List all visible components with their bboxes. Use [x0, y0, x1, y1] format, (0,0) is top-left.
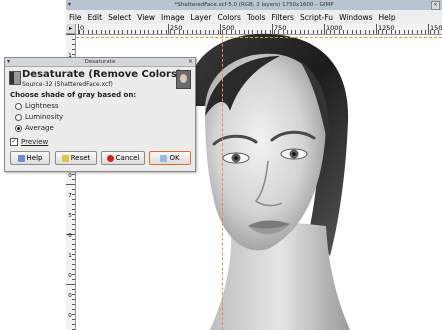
dialog-subtitle: Source-32 (ShatteredFace.xcf): [22, 81, 113, 88]
ruler-tick: [122, 30, 124, 34]
ruler-tick: [66, 184, 75, 185]
ok-icon: [160, 154, 168, 162]
help-button[interactable]: Help: [10, 151, 50, 165]
ruler-label: 0: [68, 233, 72, 239]
menu-file[interactable]: File: [66, 13, 85, 22]
menu-tools[interactable]: Tools: [244, 13, 268, 22]
menu-filters[interactable]: Filters: [268, 13, 296, 22]
ruler-label: 1500: [430, 24, 442, 32]
ruler-tick: [139, 30, 141, 34]
menu-colors[interactable]: Colors: [214, 13, 244, 22]
ruler-tick: [416, 30, 418, 34]
menu-layer[interactable]: Layer: [188, 13, 215, 22]
preview-label: Preview: [21, 138, 49, 146]
ruler-label: 0: [68, 173, 72, 179]
ruler-major-tick: [428, 24, 429, 34]
radio-luminosity-indicator[interactable]: [15, 113, 22, 121]
ruler-tick: [66, 34, 75, 35]
menu-image[interactable]: Image: [158, 13, 188, 22]
ruler-tick: [412, 30, 414, 34]
ruler-tick: [425, 30, 427, 34]
ruler-tick: [373, 30, 375, 34]
ruler-major-tick: [78, 24, 79, 34]
desaturate-icon: [9, 71, 21, 85]
menu-windows[interactable]: Windows: [336, 13, 375, 22]
ruler-tick: [100, 30, 102, 34]
window-titlebar: ▾ *ShatteredFace.xcf-5.0 (RGB, 2 layers)…: [66, 0, 442, 10]
window-close-icon[interactable]: ×: [431, 1, 440, 10]
cancel-button-label: Cancel: [115, 154, 140, 162]
ruler-tick: [109, 30, 111, 34]
radio-average-label: Average: [25, 124, 54, 132]
ruler-label: 0: [68, 293, 72, 299]
help-icon: [17, 154, 25, 162]
radio-luminosity[interactable]: Luminosity: [15, 113, 63, 121]
help-button-label: Help: [26, 154, 43, 162]
ruler-tick: [113, 30, 115, 34]
ok-button[interactable]: OK: [149, 151, 191, 165]
ruler-tick: [126, 30, 128, 34]
ruler-tick: [408, 30, 410, 34]
cancel-button[interactable]: Cancel: [101, 151, 145, 165]
dialog-window-title: Desaturate: [84, 59, 116, 65]
ruler-tick: [87, 30, 89, 34]
ruler-tick: [130, 30, 132, 34]
desaturate-dialog: ▾ Desaturate × Desaturate (Remove Colors…: [4, 57, 196, 172]
radio-average-indicator[interactable]: [15, 124, 22, 132]
cancel-icon: [106, 154, 114, 162]
ruler-tick: [143, 30, 145, 34]
preview-checkbox[interactable]: ✓ Preview: [10, 138, 48, 146]
dialog-heading: Desaturate (Remove Colors): [22, 69, 182, 80]
ruler-tick: [91, 30, 93, 34]
ruler-tick: [66, 284, 75, 285]
radio-average[interactable]: Average: [15, 124, 54, 132]
radio-lightness-indicator[interactable]: [15, 102, 22, 110]
reset-button-label: Reset: [70, 154, 91, 162]
dialog-titlebar[interactable]: ▾ Desaturate ×: [5, 58, 195, 67]
ruler-tick: [399, 30, 401, 34]
ruler-tick: [104, 30, 106, 34]
menu-edit[interactable]: Edit: [85, 13, 106, 22]
window-title: *ShatteredFace.xcf-5.0 (RGB, 2 layers) 1…: [174, 2, 334, 8]
dialog-header: Desaturate (Remove Colors) Source-32 (Sh…: [5, 67, 195, 91]
ruler-tick: [369, 30, 371, 34]
horizontal-guide[interactable]: [76, 37, 442, 38]
ruler-label: 1250: [378, 24, 395, 32]
ruler-label: 1: [68, 253, 72, 259]
ruler-tick: [117, 30, 119, 34]
ruler-tick: [96, 30, 98, 34]
radio-lightness-label: Lightness: [25, 102, 59, 110]
ruler-label: 7: [68, 193, 72, 199]
menu-help[interactable]: Help: [376, 13, 399, 22]
ruler-label: 0: [68, 273, 72, 279]
menu-select[interactable]: Select: [105, 13, 134, 22]
menu-script-fu[interactable]: Script-Fu: [297, 13, 336, 22]
ruler-major-tick: [376, 24, 377, 34]
ruler-label: 0: [68, 313, 72, 319]
ruler-tick: [421, 30, 423, 34]
menubar: File Edit Select View Image Layer Colors…: [66, 10, 442, 24]
window-menu-icon[interactable]: ▾: [68, 0, 71, 10]
ok-button-label: OK: [169, 154, 180, 162]
reset-button[interactable]: Reset: [55, 151, 97, 165]
ruler-tick: [395, 30, 397, 34]
ruler-tick: [135, 30, 137, 34]
reset-icon: [61, 154, 69, 162]
radio-lightness[interactable]: Lightness: [15, 102, 59, 110]
ruler-tick: [403, 30, 405, 34]
menu-view[interactable]: View: [134, 13, 158, 22]
ruler-corner-button[interactable]: ▸: [66, 24, 76, 34]
dialog-close-icon[interactable]: ×: [188, 58, 193, 66]
preview-checkbox-box[interactable]: ✓: [10, 138, 18, 146]
ruler-label: 0: [80, 24, 85, 32]
vertical-guide[interactable]: [222, 34, 223, 330]
shade-question-label: Choose shade of gray based on:: [10, 91, 137, 99]
dialog-menu-icon[interactable]: ▾: [7, 58, 10, 66]
image-thumbnail: [176, 70, 191, 89]
radio-luminosity-label: Luminosity: [25, 113, 64, 121]
ruler-label: 5: [68, 213, 72, 219]
